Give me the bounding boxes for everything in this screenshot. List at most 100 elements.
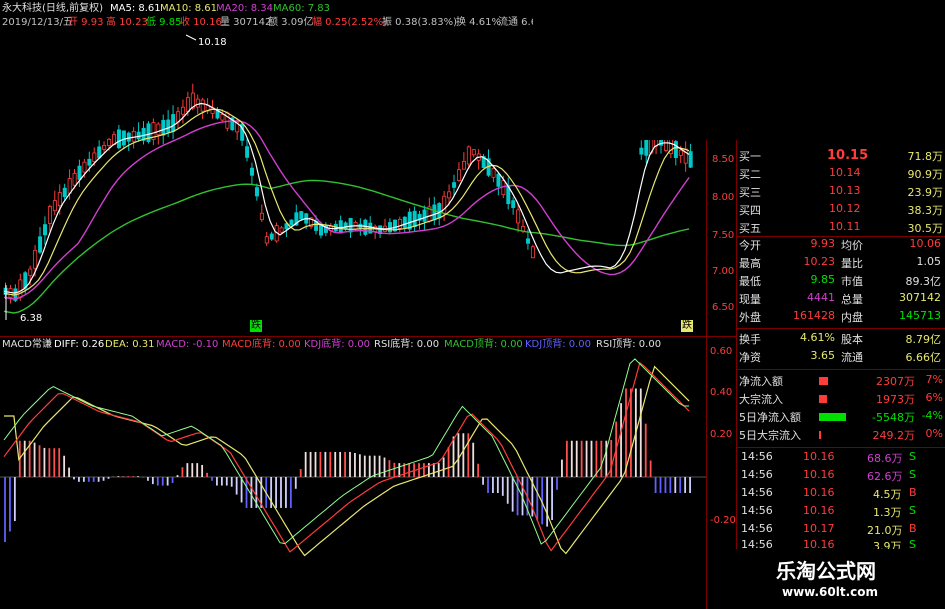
candlestick	[245, 146, 250, 158]
watermark-title: 乐淘公式网	[776, 559, 876, 583]
kdj-top-div: KDJ顶背: 0.00	[525, 339, 592, 350]
bid-volume: 90.9万	[907, 168, 944, 181]
candlestick	[466, 146, 471, 165]
price-tick: 8.00	[712, 192, 735, 203]
min-price-label: 6.38	[20, 313, 43, 324]
flow-row: 5日大宗流入 249.2万 0%	[737, 427, 945, 445]
flow-bar	[819, 431, 821, 439]
stat-value: 8.79亿	[905, 333, 942, 346]
flow-percent: 0%	[925, 427, 943, 440]
tick-time: 14:56	[741, 450, 773, 463]
bid-row[interactable]: 买四 10.12 38.3万	[737, 202, 945, 220]
stat-value: 89.3亿	[905, 275, 942, 288]
flow-label: 净流入额	[739, 375, 783, 388]
watermark-url: www.60lt.com	[782, 585, 879, 599]
candlestick	[136, 131, 141, 140]
section-divider	[737, 369, 945, 370]
float-label: 流通 6.6	[498, 17, 538, 28]
candlestick	[363, 219, 368, 235]
candlestick	[47, 206, 52, 224]
candlestick	[67, 178, 72, 194]
bid-row[interactable]: 买二 10.14 90.9万	[737, 166, 945, 184]
high-label: 高 10.23	[106, 17, 148, 28]
candlestick	[225, 112, 230, 129]
ma20-line	[3, 120, 690, 300]
candlestick	[254, 187, 259, 197]
candlestick	[82, 161, 87, 173]
price-tick: 7.50	[712, 230, 735, 241]
macd-chart[interactable]	[0, 352, 706, 609]
candlestick	[673, 141, 678, 158]
candlestick	[156, 123, 161, 136]
candlestick	[28, 268, 33, 276]
candlestick	[250, 167, 255, 176]
candlestick	[402, 216, 407, 228]
tick-volume: 1.3万	[873, 506, 902, 519]
price-tick: 7.00	[712, 266, 735, 277]
macd-tick: 0.20	[710, 429, 733, 440]
tick-volume: 62.6万	[867, 470, 903, 483]
candlestick	[18, 279, 23, 298]
date-label: 2019/12/13/五	[2, 17, 74, 28]
stat-label: 最低	[739, 275, 761, 288]
candlestick	[33, 249, 38, 269]
stat-value: 307142	[899, 291, 941, 304]
tick-side: S	[909, 468, 916, 481]
macd-top-div: MACD顶背: 0.00	[444, 339, 523, 350]
candlestick	[161, 119, 166, 136]
indicator-name[interactable]: MACD常谦	[2, 339, 52, 351]
candlestick	[97, 146, 102, 159]
candlestick	[526, 238, 531, 244]
candlestick	[92, 152, 97, 162]
candlestick	[52, 200, 57, 212]
flow-row: 净流入额 2307万 7%	[737, 373, 945, 391]
tick-price: 10.16	[803, 468, 835, 481]
tick-time: 14:56	[741, 468, 773, 481]
bid-row[interactable]: 买三 10.13 23.9万	[737, 184, 945, 202]
candlestick	[220, 114, 225, 121]
candlestick	[496, 173, 501, 187]
stat-value: 4.61%	[800, 331, 835, 344]
stat-row: 外盘 161428 内盘 145713	[737, 309, 945, 327]
tick-row: 14:56 10.16 1.3万 S	[737, 504, 945, 522]
tick-volume: 4.5万	[873, 488, 902, 501]
stat-label: 均价	[841, 239, 863, 252]
candlestick	[639, 147, 644, 155]
max-pointer	[185, 34, 197, 41]
candlestick	[259, 212, 264, 221]
macd-value: MACD: -0.10	[156, 339, 219, 350]
flow-row: 大宗流入 1973万 6%	[737, 391, 945, 409]
stat-label: 流通	[841, 351, 863, 364]
flow-bar	[819, 413, 846, 421]
bid-row[interactable]: 买一 10.15 71.8万	[737, 148, 945, 166]
stat-value: 6.66亿	[905, 351, 942, 364]
candlestick	[457, 169, 462, 181]
candlestick	[57, 192, 62, 206]
watermark: 乐淘公式网 www.60lt.com	[736, 549, 945, 609]
axis-divider	[706, 140, 707, 609]
stat-row: 换手 4.61% 股本 8.79亿	[737, 331, 945, 349]
candlestick	[452, 182, 457, 188]
macd-bottom-div: MACD底背: 0.00	[222, 339, 301, 350]
macd-tick: 0.40	[710, 387, 733, 398]
max-price-label: 10.18	[198, 37, 227, 48]
volume-label: 量 307142	[220, 17, 272, 28]
dea-value: DEA: 0.31	[105, 339, 155, 350]
rsi-bottom-div: RSI底背: 0.00	[374, 339, 440, 350]
flow-percent: 7%	[925, 373, 943, 386]
close-label: 收 10.16	[180, 17, 222, 28]
candlestick	[432, 204, 437, 221]
stat-label: 今开	[739, 239, 761, 252]
candlestick	[116, 129, 121, 149]
stat-row: 净资 3.65 流通 6.66亿	[737, 349, 945, 367]
stat-label: 市值	[841, 275, 863, 288]
candlestick	[511, 200, 516, 208]
pane-divider	[0, 336, 737, 337]
flow-value: 1973万	[876, 393, 915, 406]
candlestick	[43, 224, 48, 236]
stat-label: 最高	[739, 257, 761, 270]
drop-marker: 跌	[681, 320, 693, 332]
tick-side: B	[909, 522, 917, 535]
candlestick	[461, 161, 466, 170]
stat-value: 4441	[807, 291, 835, 304]
